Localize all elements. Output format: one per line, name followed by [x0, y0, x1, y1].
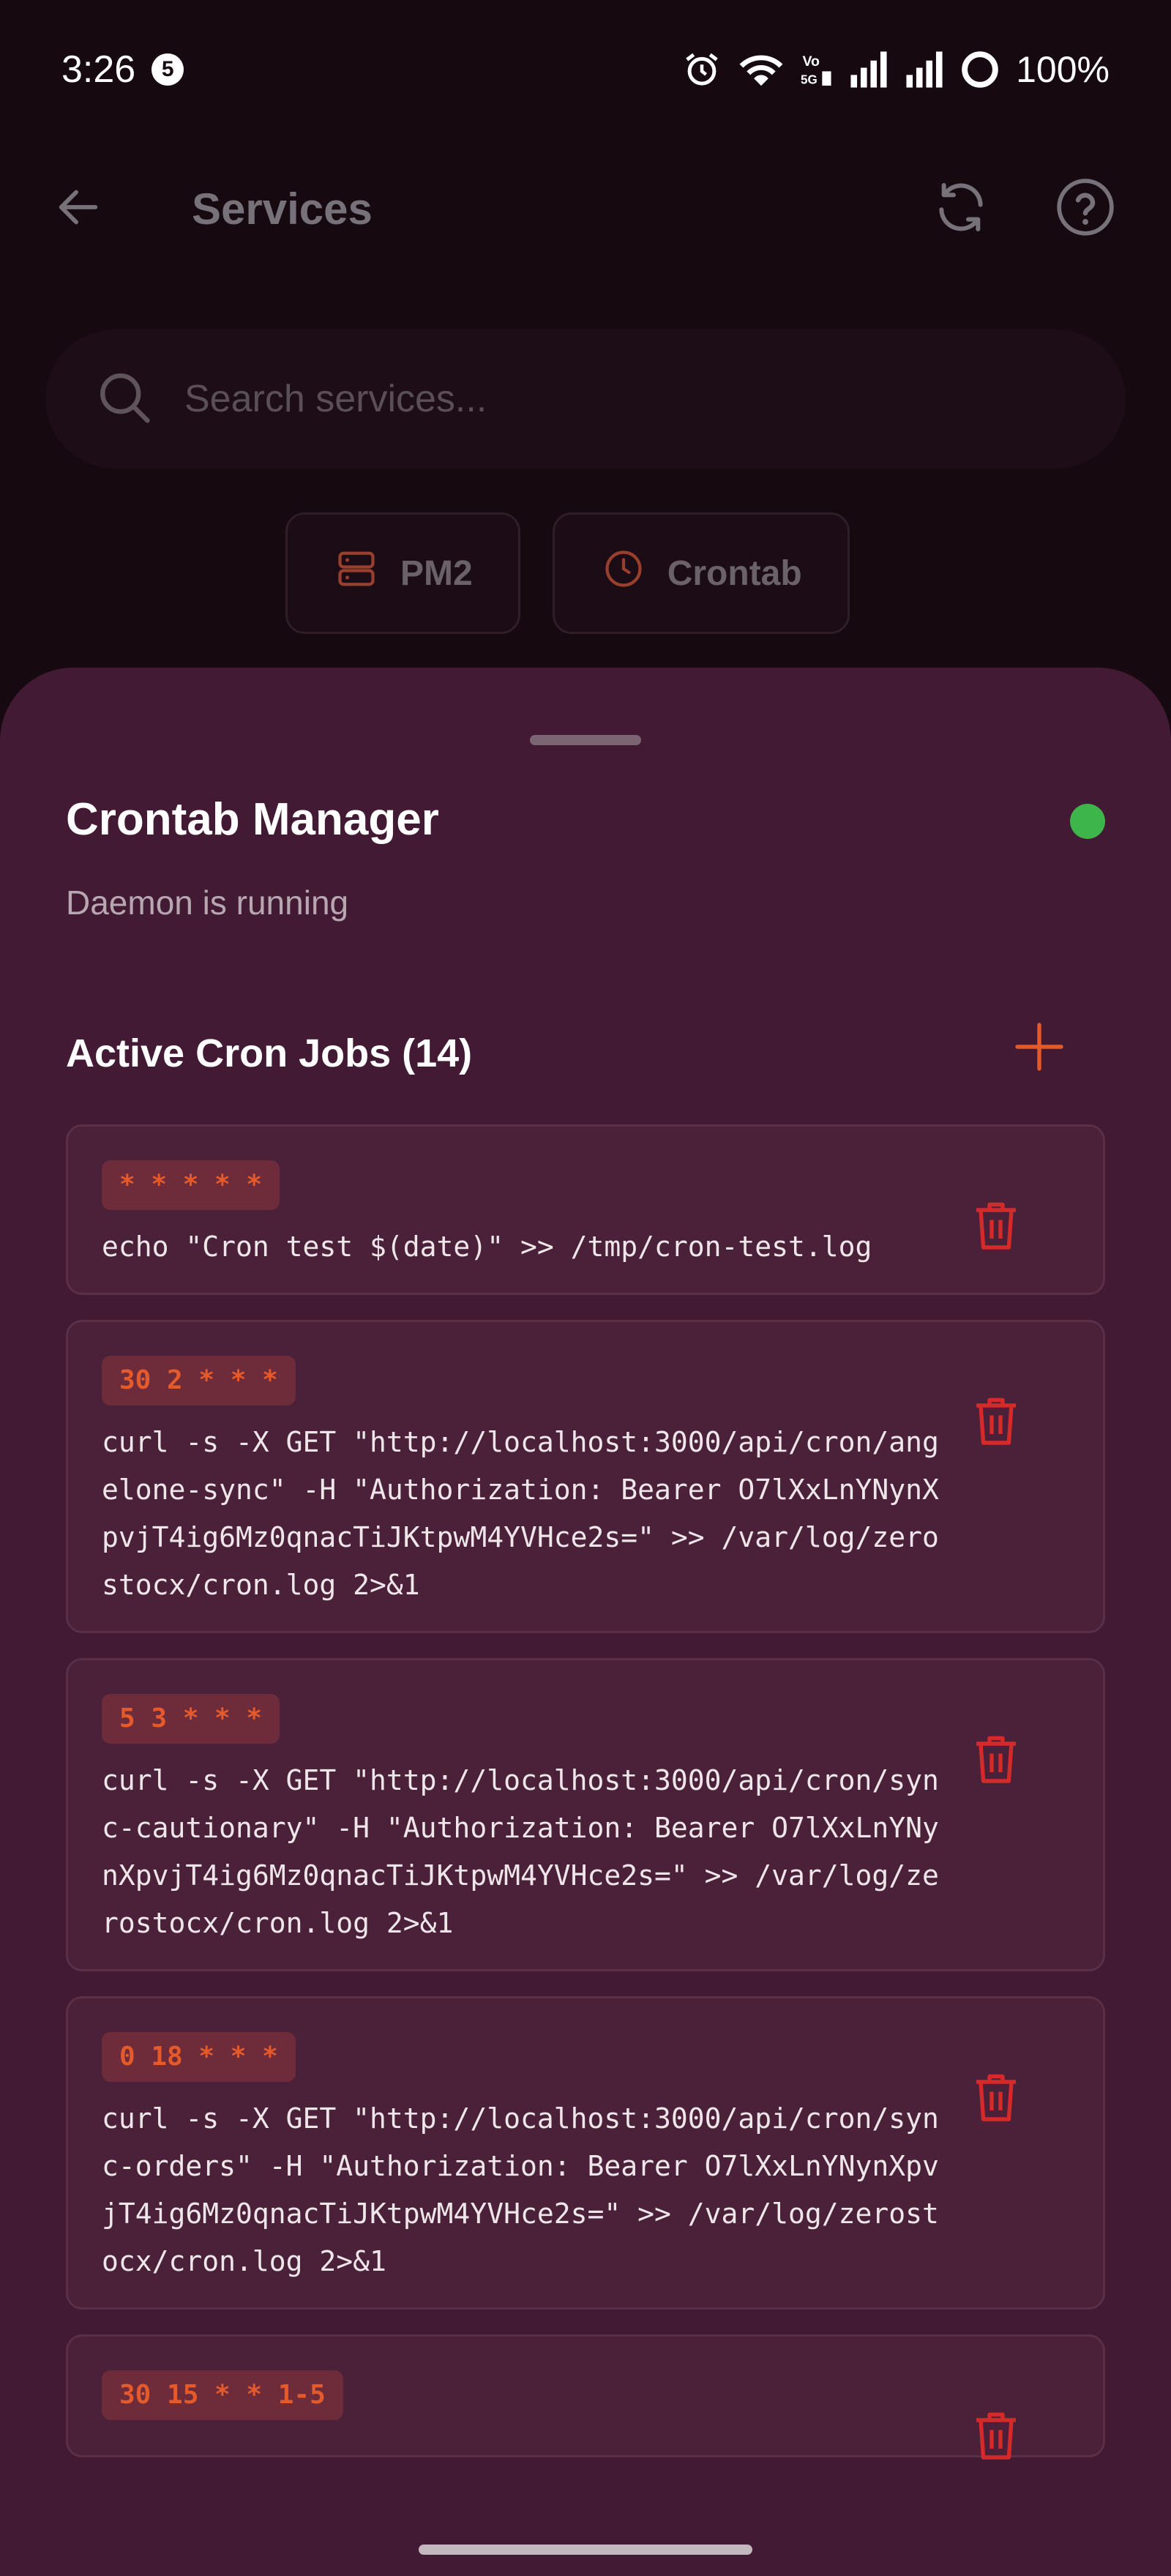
cron-command: curl -s -X GET "http://localhost:3000/ap…: [102, 1764, 939, 1939]
trash-icon: [972, 2408, 1020, 2466]
server-icon: [334, 547, 378, 600]
service-type-tabs: PM2 Crontab: [285, 512, 850, 634]
tab-pm2[interactable]: PM2: [285, 512, 520, 634]
back-button[interactable]: [45, 176, 111, 242]
daemon-status-text: Daemon is running: [66, 884, 349, 922]
page-title: Services: [192, 184, 373, 234]
tab-label: PM2: [400, 553, 473, 593]
cron-job-card: * * * * * echo "Cron test $(date)" >> /t…: [66, 1124, 1105, 1295]
search-bar[interactable]: [45, 329, 1126, 468]
status-bar: 3:26 5 Vo 5G 100%: [0, 0, 1171, 139]
signal-icon: [849, 50, 888, 89]
tab-label: Crontab: [667, 553, 802, 593]
app-bar: Services: [0, 146, 1171, 271]
delete-job-button[interactable]: [967, 2404, 1025, 2470]
cron-schedule: * * * * *: [102, 1160, 280, 1210]
cron-job-card: 30 15 * * 1-5: [66, 2334, 1105, 2460]
trash-icon: [972, 1394, 1020, 1452]
plus-icon: [1013, 1020, 1066, 1077]
wifi-icon: [738, 50, 785, 89]
delete-job-button[interactable]: [967, 1728, 1025, 1793]
signal-icon: [905, 50, 944, 89]
cron-schedule: 0 18 * * *: [102, 2032, 296, 2082]
trash-icon: [972, 1198, 1020, 1256]
crontab-bottom-sheet: Crontab Manager Daemon is running Active…: [0, 668, 1171, 2576]
svg-text:Vo: Vo: [803, 53, 820, 70]
help-circle-icon: [1054, 176, 1117, 242]
cron-schedule: 5 3 * * *: [102, 1694, 280, 1744]
cron-schedule: 30 15 * * 1-5: [102, 2370, 343, 2420]
cron-schedule: 30 2 * * *: [102, 1356, 296, 1405]
cron-job-card: 0 18 * * * curl -s -X GET "http://localh…: [66, 1996, 1105, 2310]
volte-icon: Vo 5G: [801, 50, 833, 89]
daemon-status-indicator: [1070, 804, 1105, 839]
trash-icon: [972, 1732, 1020, 1790]
refresh-button[interactable]: [921, 168, 1001, 249]
add-cron-job-button[interactable]: [1003, 1012, 1076, 1085]
refresh-icon: [932, 178, 990, 240]
clock-icon: [602, 547, 646, 600]
cron-job-card: 5 3 * * * curl -s -X GET "http://localho…: [66, 1658, 1105, 1971]
delete-job-button[interactable]: [967, 2066, 1025, 2132]
cron-command: curl -s -X GET "http://localhost:3000/ap…: [102, 1426, 939, 1601]
help-button[interactable]: [1045, 168, 1126, 249]
trash-icon: [972, 2070, 1020, 2128]
cron-job-card: 30 2 * * * curl -s -X GET "http://localh…: [66, 1320, 1105, 1633]
cron-command: echo "Cron test $(date)" >> /tmp/cron-te…: [102, 1231, 872, 1263]
tab-crontab[interactable]: Crontab: [552, 512, 850, 634]
delete-job-button[interactable]: [967, 1389, 1025, 1455]
gesture-nav-bar[interactable]: [419, 2545, 752, 2555]
section-title: Active Cron Jobs (14): [66, 1031, 473, 1075]
svg-text:5G: 5G: [801, 73, 818, 87]
cron-command: curl -s -X GET "http://localhost:3000/ap…: [102, 2102, 939, 2277]
battery-ring-icon: [960, 50, 1000, 89]
delete-job-button[interactable]: [967, 1194, 1025, 1260]
alarm-icon: [682, 50, 722, 89]
search-icon: [94, 367, 155, 432]
search-input[interactable]: [184, 377, 1063, 421]
clock-time: 3:26: [61, 48, 136, 91]
sheet-title: Crontab Manager: [66, 794, 439, 845]
battery-level: 100%: [1016, 49, 1110, 90]
notification-count-badge: 5: [151, 53, 184, 86]
cron-job-list: * * * * * echo "Cron test $(date)" >> /t…: [66, 1124, 1105, 2482]
drag-handle[interactable]: [530, 735, 641, 745]
arrow-left-icon: [53, 182, 104, 236]
